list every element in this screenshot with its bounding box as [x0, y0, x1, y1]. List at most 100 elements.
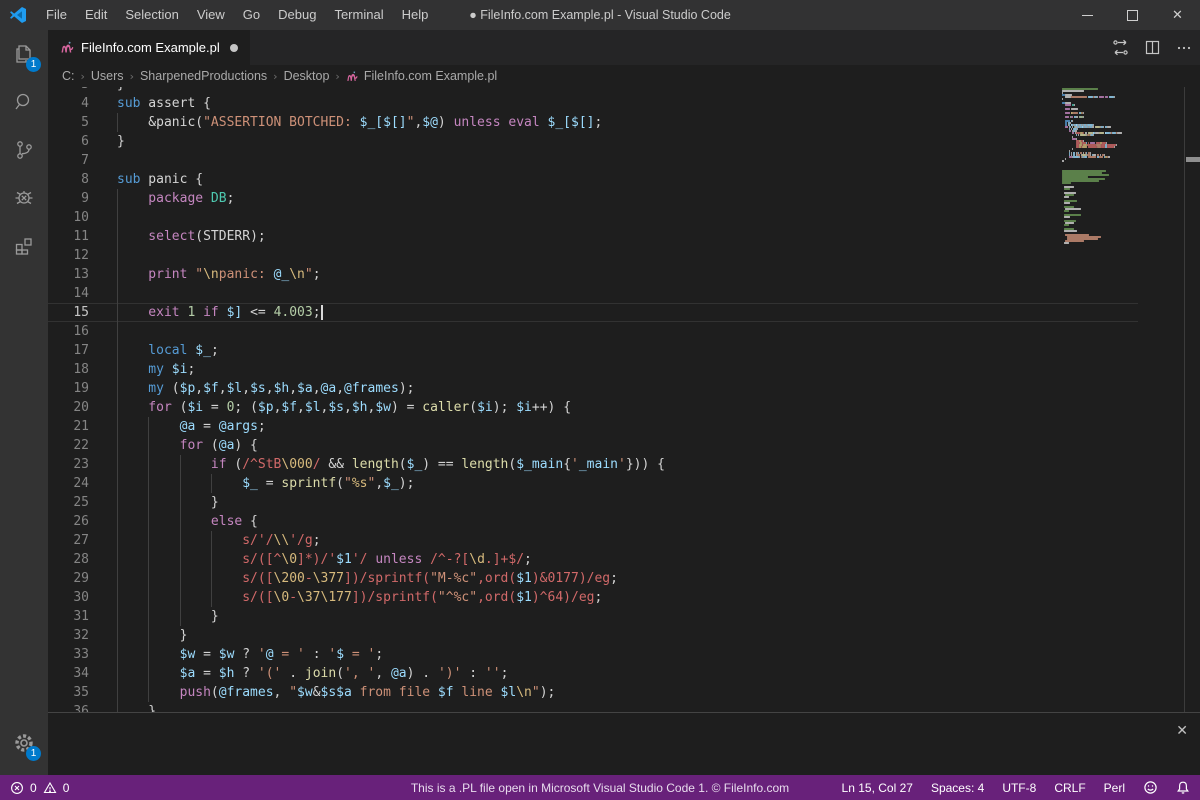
code-line-5[interactable]: 5 &panic("ASSERTION BOTCHED: $_[$[]",$@)…: [48, 113, 1138, 132]
status-cursor-position[interactable]: Ln 15, Col 27: [842, 781, 913, 795]
code-line-20[interactable]: 20 for ($i = 0; ($p,$f,$l,$s,$h,$w) = ca…: [48, 398, 1138, 417]
tab-modified-dot[interactable]: [230, 44, 238, 52]
status-encoding[interactable]: UTF-8: [1002, 781, 1036, 795]
line-number[interactable]: 5: [48, 113, 89, 132]
line-number[interactable]: 8: [48, 170, 89, 189]
line-number[interactable]: 4: [48, 94, 89, 113]
line-number[interactable]: 10: [48, 208, 89, 227]
line-number[interactable]: 3: [48, 87, 89, 94]
line-number[interactable]: 29: [48, 569, 89, 588]
line-number[interactable]: 27: [48, 531, 89, 550]
code-line-9[interactable]: 9 package DB;: [48, 189, 1138, 208]
panel-close-icon[interactable]: ✕: [1176, 723, 1188, 739]
code-line-34[interactable]: 34 $a = $h ? '(' . join(', ', @a) . ')' …: [48, 664, 1138, 683]
line-number[interactable]: 36: [48, 702, 89, 712]
menu-file[interactable]: File: [37, 0, 76, 30]
line-number[interactable]: 32: [48, 626, 89, 645]
split-editor-icon[interactable]: [1145, 40, 1160, 55]
code-line-22[interactable]: 22 for (@a) {: [48, 436, 1138, 455]
line-number[interactable]: 12: [48, 246, 89, 265]
code-line-25[interactable]: 25 }: [48, 493, 1138, 512]
menu-selection[interactable]: Selection: [116, 0, 187, 30]
feedback-smiley-icon[interactable]: [1143, 780, 1158, 795]
line-number[interactable]: 33: [48, 645, 89, 664]
activity-search-icon[interactable]: [0, 78, 48, 126]
code-line-30[interactable]: 30 s/([\0-\37\177])/sprintf("^%c",ord($1…: [48, 588, 1138, 607]
line-number[interactable]: 24: [48, 474, 89, 493]
code-line-10[interactable]: 10: [48, 208, 1138, 227]
line-number[interactable]: 13: [48, 265, 89, 284]
menu-help[interactable]: Help: [393, 0, 438, 30]
activity-extensions-icon[interactable]: [0, 222, 48, 270]
line-number[interactable]: 22: [48, 436, 89, 455]
code-line-31[interactable]: 31 }: [48, 607, 1138, 626]
line-number[interactable]: 26: [48, 512, 89, 531]
tab-fileinfo-example[interactable]: FileInfo.com Example.pl: [48, 30, 250, 65]
menu-debug[interactable]: Debug: [269, 0, 325, 30]
line-number[interactable]: 11: [48, 227, 89, 246]
status-language-mode[interactable]: Perl: [1104, 781, 1125, 795]
line-number[interactable]: 23: [48, 455, 89, 474]
code-line-23[interactable]: 23 if (/^StB\000/ && length($_) == lengt…: [48, 455, 1138, 474]
code-line-19[interactable]: 19 my ($p,$f,$l,$s,$h,$a,@a,@frames);: [48, 379, 1138, 398]
more-actions-icon[interactable]: [1176, 40, 1192, 56]
line-number[interactable]: 21: [48, 417, 89, 436]
code-line-32[interactable]: 32 }: [48, 626, 1138, 645]
code-line-14[interactable]: 14: [48, 284, 1138, 303]
code-line-29[interactable]: 29 s/([\200-\377])/sprintf("M-%c",ord($1…: [48, 569, 1138, 588]
activity-source-control-icon[interactable]: [0, 126, 48, 174]
code-line-35[interactable]: 35 push(@frames, "$w&$s$a from file $f l…: [48, 683, 1138, 702]
code-line-18[interactable]: 18 my $i;: [48, 360, 1138, 379]
line-number[interactable]: 35: [48, 683, 89, 702]
breadcrumb-segment[interactable]: Users: [91, 69, 124, 83]
line-number[interactable]: 7: [48, 151, 89, 170]
activity-explorer-icon[interactable]: 1: [0, 30, 48, 78]
code-line-17[interactable]: 17 local $_;: [48, 341, 1138, 360]
line-number[interactable]: 31: [48, 607, 89, 626]
code-line-27[interactable]: 27 s/'/\\'/g;: [48, 531, 1138, 550]
code-line-21[interactable]: 21 @a = @args;: [48, 417, 1138, 436]
menu-terminal[interactable]: Terminal: [325, 0, 392, 30]
breadcrumb-file[interactable]: FileInfo.com Example.pl: [364, 69, 497, 83]
line-number[interactable]: 16: [48, 322, 89, 341]
code-line-12[interactable]: 12: [48, 246, 1138, 265]
code-line-3[interactable]: 3}: [48, 87, 1138, 94]
code-line-16[interactable]: 16: [48, 322, 1138, 341]
overview-ruler-scrollbar[interactable]: [1184, 87, 1200, 712]
open-changes-icon[interactable]: [1112, 39, 1129, 56]
line-number[interactable]: 18: [48, 360, 89, 379]
status-indentation[interactable]: Spaces: 4: [931, 781, 984, 795]
activity-settings-gear-icon[interactable]: 1: [0, 719, 48, 767]
line-number[interactable]: 15: [48, 303, 89, 322]
menu-view[interactable]: View: [188, 0, 234, 30]
line-number[interactable]: 25: [48, 493, 89, 512]
code-line-13[interactable]: 13 print "\npanic: @_\n";: [48, 265, 1138, 284]
minimize-button[interactable]: [1065, 0, 1110, 30]
code-line-15[interactable]: 15 exit 1 if $] <= 4.003;: [48, 303, 1138, 322]
activity-debug-icon[interactable]: [0, 174, 48, 222]
breadcrumb-segment[interactable]: C:: [62, 69, 75, 83]
code-line-6[interactable]: 6}: [48, 132, 1138, 151]
menu-go[interactable]: Go: [234, 0, 269, 30]
line-number[interactable]: 14: [48, 284, 89, 303]
line-number[interactable]: 20: [48, 398, 89, 417]
line-number[interactable]: 19: [48, 379, 89, 398]
line-number[interactable]: 9: [48, 189, 89, 208]
code-line-33[interactable]: 33 $w = $w ? '@ = ' : '$ = ';: [48, 645, 1138, 664]
breadcrumb-segment[interactable]: SharpenedProductions: [140, 69, 267, 83]
close-button[interactable]: ✕: [1155, 0, 1200, 30]
line-number[interactable]: 17: [48, 341, 89, 360]
maximize-button[interactable]: [1110, 0, 1155, 30]
code-line-24[interactable]: 24 $_ = sprintf("%s",$_);: [48, 474, 1138, 493]
line-number[interactable]: 30: [48, 588, 89, 607]
code-editor[interactable]: 3}4sub assert {5 &panic("ASSERTION BOTCH…: [48, 87, 1200, 712]
minimap[interactable]: [1062, 87, 1170, 712]
code-line-26[interactable]: 26 else {: [48, 512, 1138, 531]
code-line-36[interactable]: 36 }: [48, 702, 1138, 712]
line-number[interactable]: 6: [48, 132, 89, 151]
breadcrumb-segment[interactable]: Desktop: [284, 69, 330, 83]
status-eol[interactable]: CRLF: [1054, 781, 1085, 795]
code-line-28[interactable]: 28 s/([^\0]*)/'$1'/ unless /^-?[\d.]+$/;: [48, 550, 1138, 569]
line-number[interactable]: 34: [48, 664, 89, 683]
code-line-7[interactable]: 7: [48, 151, 1138, 170]
